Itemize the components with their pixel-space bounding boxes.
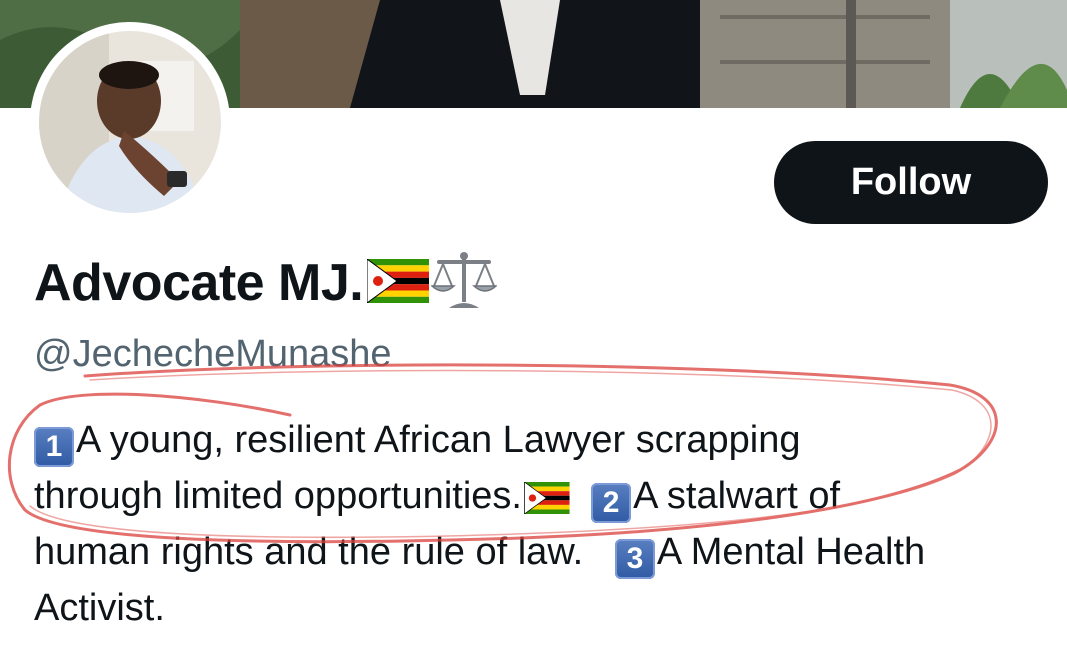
balance-scale-icon (430, 250, 499, 317)
profile-bio: 1A young, resilient African Lawyer scrap… (34, 412, 1044, 636)
bio-item-3-text-b: Activist. (34, 587, 165, 629)
profile-handle: @JechecheMunashe (34, 333, 392, 375)
bio-item-2-text-b: human rights and the rule of law. (34, 531, 584, 573)
bio-line-4: Activist. (34, 580, 1044, 636)
keycap-1-icon: 1 (34, 427, 74, 467)
bio-line-2: through limited opportunities. 2A stalwa… (34, 468, 1044, 524)
profile-display-name-row: Advocate MJ. (34, 248, 499, 318)
bio-item-3-text-a: A Mental Health (656, 531, 926, 573)
display-name: Advocate MJ. (34, 254, 364, 312)
zimbabwe-flag-icon (524, 474, 570, 530)
bio-item-1-text-a: A young, resilient African Lawyer scrapp… (76, 419, 801, 461)
bio-line-3: human rights and the rule of law. 3A Men… (34, 524, 1044, 580)
bio-item-2-text-a: A stalwart of (633, 475, 841, 517)
follow-button[interactable]: Follow (774, 141, 1048, 224)
zimbabwe-flag-icon (366, 257, 430, 308)
profile-avatar[interactable] (30, 22, 230, 222)
keycap-3-icon: 3 (614, 539, 655, 579)
bio-line-1: 1A young, resilient African Lawyer scrap… (34, 412, 1044, 468)
bio-item-1-text-b: through limited opportunities. (34, 475, 522, 517)
keycap-2-icon: 2 (591, 483, 632, 523)
